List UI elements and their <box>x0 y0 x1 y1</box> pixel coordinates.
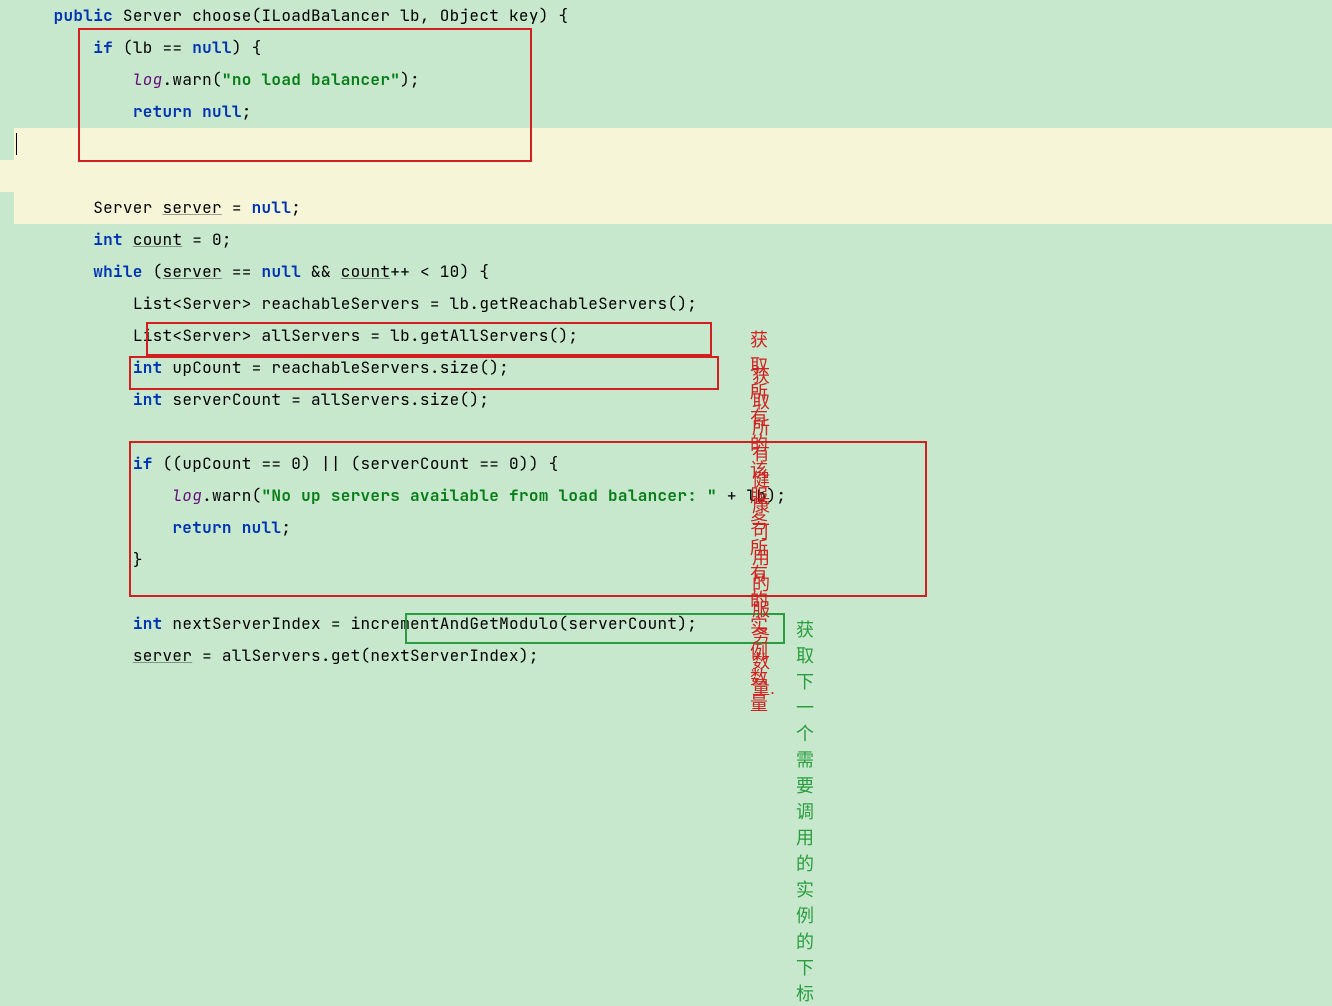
code-text: Server choose(ILoadBalancer lb, Object k… <box>113 5 568 26</box>
code-line[interactable] <box>0 416 1332 448</box>
code-line[interactable]: List<Server> allServers = lb.getAllServe… <box>0 320 1332 352</box>
var: server <box>163 197 222 218</box>
var: server <box>163 261 222 282</box>
code-text: ; <box>291 197 301 218</box>
code-text: = 0; <box>182 229 232 250</box>
keyword: while <box>93 261 143 282</box>
code-line[interactable]: server = allServers.get(nextServerIndex)… <box>0 640 1332 672</box>
code-text: List<Server> allServers = lb.getAllServe… <box>133 325 579 346</box>
var: count <box>341 261 391 282</box>
field-ref: log <box>172 485 202 506</box>
code-text: ((upCount == 0) || (serverCount == 0)) { <box>153 453 559 474</box>
code-text: nextServerIndex = incrementAndGetModulo(… <box>163 613 698 634</box>
code-line[interactable]: } <box>0 544 1332 576</box>
code-text: ( <box>143 261 163 282</box>
var: server <box>133 645 192 666</box>
code-line[interactable]: int upCount = reachableServers.size(); <box>0 352 1332 384</box>
code-text: && <box>301 261 341 282</box>
code-text: ; <box>281 517 291 538</box>
code-text: List<Server> reachableServers = lb.getRe… <box>133 293 697 314</box>
code-line[interactable]: while (server == null && count++ < 10) { <box>0 256 1332 288</box>
code-text: serverCount = allServers.size(); <box>163 389 490 410</box>
code-line[interactable] <box>0 576 1332 608</box>
code-line[interactable]: log.warn("No up servers available from l… <box>0 480 1332 512</box>
code-text: upCount = reachableServers.size(); <box>163 357 510 378</box>
keyword: return null <box>172 517 281 538</box>
code-text: Server <box>93 197 162 218</box>
code-line[interactable]: return null; <box>0 512 1332 544</box>
code-line[interactable]: int nextServerIndex = incrementAndGetMod… <box>0 608 1332 640</box>
current-line[interactable] <box>0 160 1332 192</box>
code-line[interactable]: int count = 0; <box>0 224 1332 256</box>
code-text: = allServers.get(nextServerIndex); <box>192 645 539 666</box>
keyword: int <box>133 389 163 410</box>
string-literal: "No up servers available from load balan… <box>262 485 717 506</box>
code-line[interactable]: if ((upCount == 0) || (serverCount == 0)… <box>0 448 1332 480</box>
code-text: } <box>133 549 143 570</box>
keyword: return null <box>133 101 242 122</box>
code-text: ) { <box>232 37 262 58</box>
code-text: == <box>222 261 262 282</box>
code-line[interactable]: log.warn("no load balancer"); <box>0 64 1332 96</box>
code-editor[interactable]: public Server choose(ILoadBalancer lb, O… <box>0 0 1332 703</box>
keyword: int <box>133 613 163 634</box>
code-line[interactable]: public Server choose(ILoadBalancer lb, O… <box>0 0 1332 32</box>
keyword: public <box>54 5 113 26</box>
code-line[interactable]: if (lb == null) { <box>0 32 1332 64</box>
code-text: (lb == <box>113 37 192 58</box>
code-text: ; <box>242 101 252 122</box>
code-text: ); <box>400 69 420 90</box>
field-ref: log <box>133 69 163 90</box>
keyword: null <box>192 37 232 58</box>
code-text: ++ < 10) { <box>390 261 489 282</box>
keyword: if <box>133 453 153 474</box>
code-line[interactable]: return null; <box>0 96 1332 128</box>
var: count <box>133 229 183 250</box>
string-literal: "no load balancer" <box>222 69 400 90</box>
caret <box>16 133 17 155</box>
code-line[interactable]: List<Server> reachableServers = lb.getRe… <box>0 288 1332 320</box>
annotation-text: 获取下一个需要调用的实例的下标 <box>796 616 814 1006</box>
keyword: int <box>133 357 163 378</box>
code-text: = <box>222 197 252 218</box>
keyword: null <box>262 261 302 282</box>
code-text <box>123 229 133 250</box>
code-text: + lb); <box>717 485 786 506</box>
code-line[interactable]: Server server = null; <box>0 192 1332 224</box>
code-line[interactable]: int serverCount = allServers.size(); <box>0 384 1332 416</box>
code-text: .warn( <box>163 69 222 90</box>
keyword: int <box>93 229 123 250</box>
keyword: if <box>93 37 113 58</box>
keyword: null <box>252 197 292 218</box>
code-text: .warn( <box>202 485 261 506</box>
